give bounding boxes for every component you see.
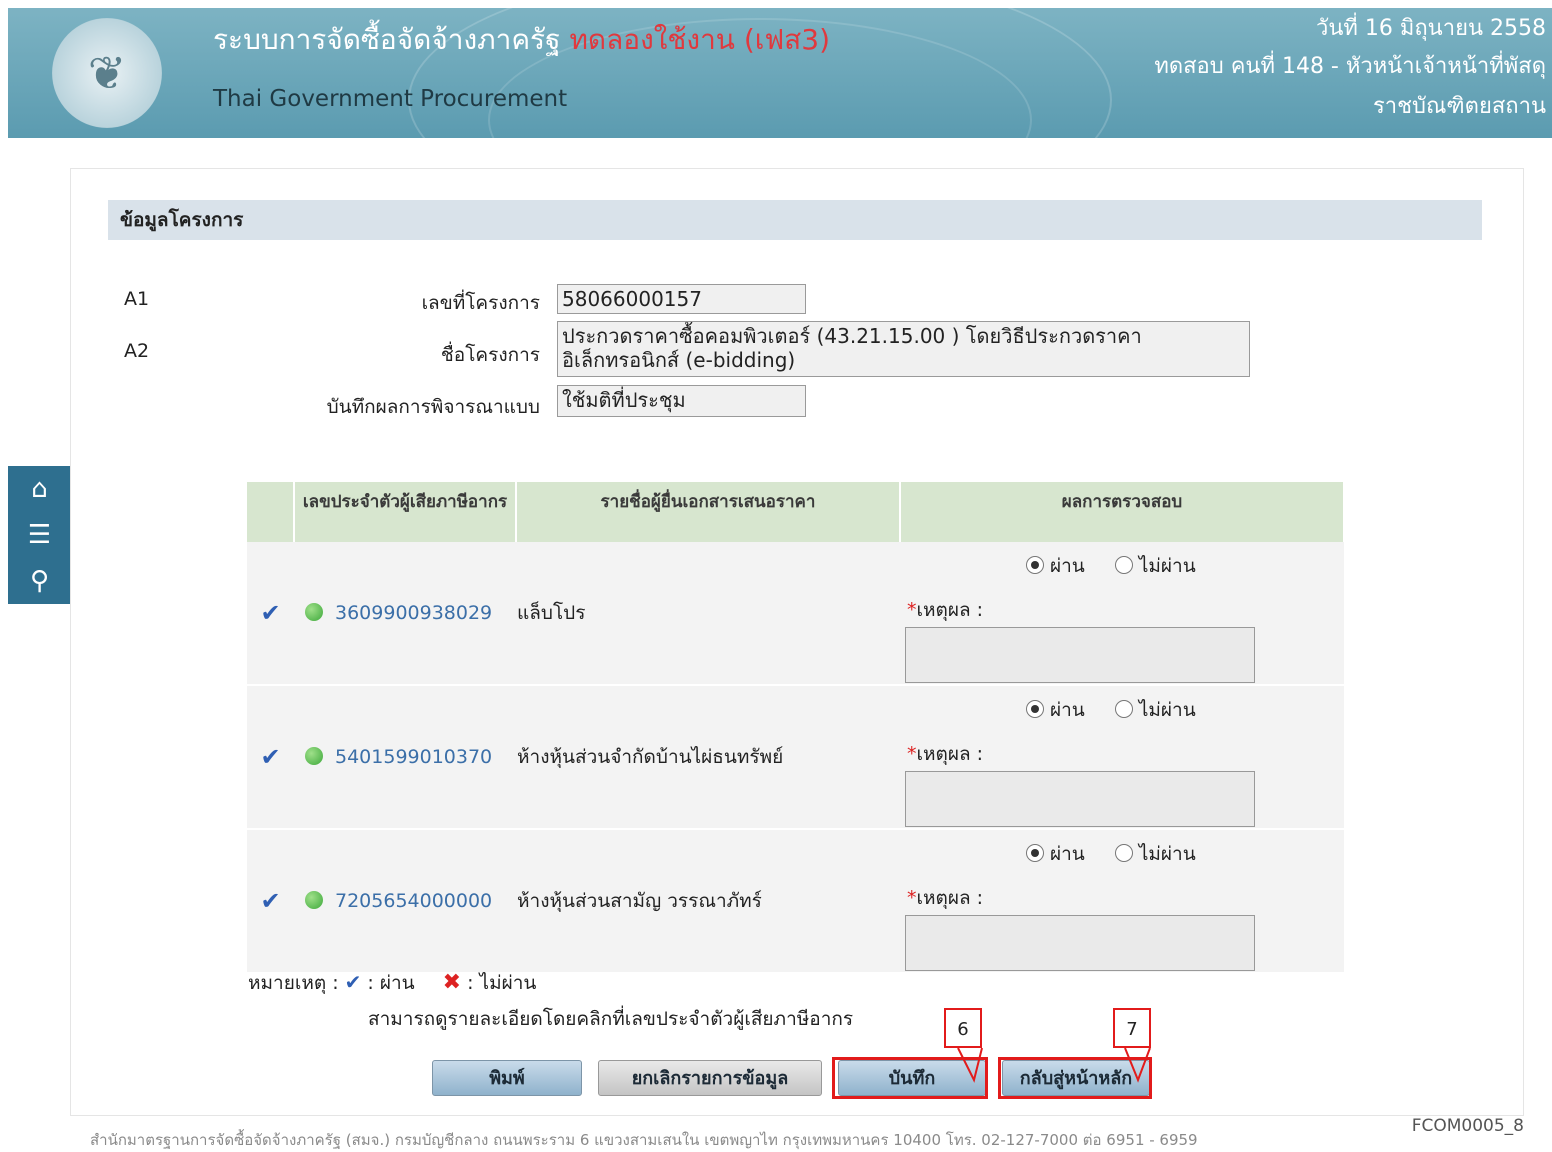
legend-fail-text: : ไม่ผ่าน <box>467 972 537 994</box>
table-header-row: เลขประจำตัวผู้เสียภาษีอากร รายชื่อผู้ยื่… <box>247 482 1345 542</box>
trial-label: ทดลองใช้งาน (เฟส3) <box>569 23 830 56</box>
result-cell: ผ่าน ไม่ผ่าน *เหตุผล : <box>900 829 1344 974</box>
pass-check-icon: ✔ <box>247 542 294 686</box>
record-method-label: บันทึกผลการพิจารณาแบบ <box>326 396 540 418</box>
bidder-name: ห้างหุ้นส่วนสามัญ วรรณาภัทร์ <box>516 829 900 974</box>
result-radios: ผ่าน ไม่ผ่าน <box>1026 695 1196 725</box>
site-header: ❦ ระบบการจัดซื้อจัดจ้างภาครัฐ ทดลองใช้งา… <box>8 8 1552 138</box>
code-a1: A1 <box>124 288 150 310</box>
record-method-field: ใช้มติที่ประชุม <box>557 385 806 417</box>
pass-radio[interactable] <box>1026 844 1044 862</box>
project-name-field: ประกวดราคาซื้อคอมพิวเตอร์ (43.21.15.00 )… <box>557 321 1250 377</box>
result-radios: ผ่าน ไม่ผ่าน <box>1026 551 1196 581</box>
pass-check-icon: ✔ <box>247 829 294 974</box>
status-dot-icon <box>305 747 323 765</box>
cancel-data-button[interactable]: ยกเลิกรายการข้อมูล <box>598 1060 822 1096</box>
callout-pointers <box>957 1047 1151 1083</box>
pass-radio-label: ผ่าน <box>1050 699 1085 721</box>
project-name-line2: อิเล็กทรอนิกส์ (e-bidding) <box>562 348 796 372</box>
pass-radio-label: ผ่าน <box>1050 843 1085 865</box>
bidder-name: ห้างหุ้นส่วนจำกัดบ้านไผ่ธนทรัพย์ <box>516 685 900 830</box>
tax-id-cell[interactable]: 5401599010370 <box>294 685 516 830</box>
tax-id-link[interactable]: 3609900938029 <box>335 602 492 624</box>
menu-icon[interactable]: ☰ <box>8 512 71 558</box>
result-radios: ผ่าน ไม่ผ่าน <box>1026 839 1196 869</box>
pass-check-icon: ✔ <box>247 685 294 830</box>
legend-pass-icon: ✔ <box>344 970 362 994</box>
header-result: ผลการตรวจสอบ <box>900 482 1345 542</box>
reason-textarea[interactable] <box>905 915 1255 971</box>
form-code: FCOM0005_8 <box>1411 1116 1524 1136</box>
system-title: ระบบการจัดซื้อจัดจ้างภาครัฐ ทดลองใช้งาน … <box>213 23 830 56</box>
pass-radio[interactable] <box>1026 556 1044 574</box>
callout-7: 7 <box>1113 1008 1151 1048</box>
bidder-name: แล็บโปร <box>516 542 900 686</box>
header-check-col <box>247 482 295 542</box>
fail-radio[interactable] <box>1114 700 1133 718</box>
home-icon[interactable]: ⌂ <box>8 466 71 512</box>
section-title: ข้อมูลโครงการ <box>108 200 1482 240</box>
comptroller-logo-icon: ❦ <box>52 18 162 128</box>
result-cell: ผ่าน ไม่ผ่าน *เหตุผล : <box>900 542 1344 686</box>
top-strip <box>8 0 1552 8</box>
table-row: ✔ 5401599010370 ห้างหุ้นส่วนจำกัดบ้านไผ่… <box>247 685 1344 830</box>
fail-radio-label: ไม่ผ่าน <box>1138 843 1196 865</box>
header-bidder-name: รายชื่อผู้ยื่นเอกสารเสนอราคา <box>516 482 901 542</box>
tax-id-cell[interactable]: 3609900938029 <box>294 542 516 686</box>
project-no-field: 58066000157 <box>557 284 806 314</box>
callout-6: 6 <box>944 1008 982 1048</box>
system-title-en: Thai Government Procurement <box>213 86 568 112</box>
print-button[interactable]: พิมพ์ <box>432 1060 582 1096</box>
fail-radio[interactable] <box>1114 844 1133 862</box>
legend-note: หมายเหตุ : ✔: ผ่าน ✖: ไม่ผ่าน <box>248 968 536 998</box>
legend-fail-icon: ✖ <box>442 970 462 995</box>
tax-id-cell[interactable]: 7205654000000 <box>294 829 516 974</box>
legend-prefix: หมายเหตุ : <box>248 972 339 994</box>
reason-textarea[interactable] <box>905 627 1255 683</box>
header-user: ทดสอบ คนที่ 148 - หัวหน้าเจ้าหน้าที่พัสด… <box>1154 54 1546 79</box>
legend-pass-text: : ผ่าน <box>367 972 415 994</box>
project-name-label: ชื่อโครงการ <box>440 344 540 366</box>
header-date: วันที่ 16 มิถุนายน 2558 <box>1315 16 1546 41</box>
result-cell: ผ่าน ไม่ผ่าน *เหตุผล : <box>900 685 1344 830</box>
table-row: ✔ 7205654000000 ห้างหุ้นส่วนสามัญ วรรณาภ… <box>247 829 1344 974</box>
tax-id-link[interactable]: 5401599010370 <box>335 746 492 768</box>
reason-textarea[interactable] <box>905 771 1255 827</box>
status-dot-icon <box>305 603 323 621</box>
side-nav: ⌂ ☰ ⚲ <box>8 466 71 604</box>
header-org: ราชบัณฑิตยสถาน <box>1372 94 1546 119</box>
detail-hint: สามารถดูรายละเอียดโดยคลิกที่เลขประจำตัวผ… <box>368 1008 854 1030</box>
header-tax-id: เลขประจำตัวผู้เสียภาษีอากร <box>294 482 517 542</box>
footer-address: สำนักมาตรฐานการจัดซื้อจัดจ้างภาครัฐ (สมจ… <box>90 1131 1198 1149</box>
fail-radio-label: ไม่ผ่าน <box>1138 699 1196 721</box>
status-dot-icon <box>305 891 323 909</box>
pass-radio-label: ผ่าน <box>1050 555 1085 577</box>
code-a2: A2 <box>124 340 150 362</box>
fail-radio[interactable] <box>1114 556 1133 574</box>
fail-radio-label: ไม่ผ่าน <box>1138 555 1196 577</box>
reason-label: *เหตุผล : <box>907 887 984 909</box>
project-no-label: เลขที่โครงการ <box>421 292 540 314</box>
reason-label: *เหตุผล : <box>907 743 984 765</box>
reason-label: *เหตุผล : <box>907 599 984 621</box>
project-name-line1: ประกวดราคาซื้อคอมพิวเตอร์ (43.21.15.00 )… <box>562 324 1142 348</box>
tax-id-link[interactable]: 7205654000000 <box>335 890 492 912</box>
search-icon[interactable]: ⚲ <box>8 558 71 604</box>
table-row: ✔ 3609900938029 แล็บโปร ผ่าน ไม่ผ่าน *เห… <box>247 542 1344 686</box>
bidder-table: เลขประจำตัวผู้เสียภาษีอากร รายชื่อผู้ยื่… <box>247 482 1345 974</box>
pass-radio[interactable] <box>1026 700 1044 718</box>
